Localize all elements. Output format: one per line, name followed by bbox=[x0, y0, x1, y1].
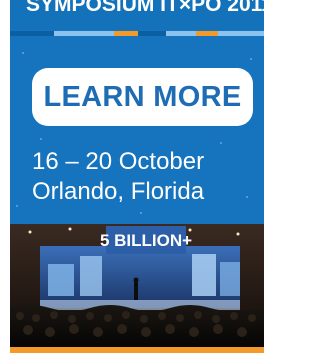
event-dates: 16 – 20 October bbox=[32, 148, 205, 175]
learn-more-button[interactable]: LEARN MORE bbox=[32, 68, 253, 126]
banner-header: SYMPOSIUM IT×PO 2011 bbox=[10, 0, 264, 30]
accent-bar bbox=[10, 347, 264, 353]
brand-title: SYMPOSIUM IT×PO 2011 bbox=[26, 0, 264, 16]
learn-more-label: LEARN MORE bbox=[43, 80, 242, 113]
advertisement-banner[interactable]: SYMPOSIUM IT×PO 2011 LEARN MORE 16 – 20 … bbox=[10, 0, 264, 353]
conference-photo: 5 BILLION+ bbox=[10, 224, 264, 348]
screen-text: 5 BILLION+ bbox=[100, 231, 192, 250]
event-location: Orlando, Florida bbox=[32, 178, 205, 205]
